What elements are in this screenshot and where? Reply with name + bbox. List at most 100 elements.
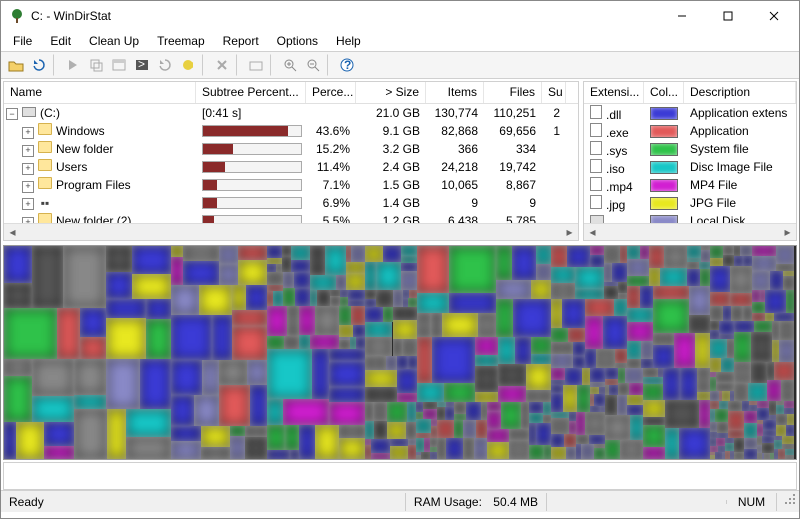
treemap-cell[interactable] [643,417,665,424]
treemap-cell[interactable] [529,402,543,413]
treemap-cell[interactable] [710,401,718,409]
treemap-cell[interactable] [665,428,678,459]
treemap-cell[interactable] [171,315,212,361]
treemap-cell[interactable] [393,307,417,320]
treemap-cell[interactable] [774,362,794,380]
treemap-cell[interactable] [340,290,348,297]
treemap-cell[interactable] [643,384,663,400]
treemap-cell[interactable] [566,447,575,459]
treemap-cell[interactable] [627,259,649,276]
tree-row[interactable]: −(C:)[0:41 s]21.0 GB130,774110,2512 [4,104,578,122]
treemap-cell[interactable] [365,307,383,322]
treemap-cell[interactable] [238,260,267,286]
treemap-cell[interactable] [291,260,310,272]
open-icon[interactable] [5,54,27,76]
treemap-cell[interactable] [744,438,757,449]
treemap-cell[interactable] [478,313,496,337]
treemap-cell[interactable] [509,440,528,459]
treemap-cell[interactable] [417,383,444,403]
explorer-icon[interactable] [108,54,130,76]
treemap-cell[interactable] [776,246,794,264]
treemap-cell[interactable] [431,313,442,337]
treemap-cell[interactable] [201,426,230,447]
treemap-cell[interactable] [627,286,641,307]
treemap-cell[interactable] [641,359,653,368]
treemap-cell[interactable] [715,409,728,422]
treemap-cell[interactable] [365,387,397,403]
treemap-cell[interactable] [778,449,785,459]
col-desc[interactable]: Description [684,82,796,103]
treemap-cell[interactable] [432,337,475,383]
treemap-cell[interactable] [325,246,346,275]
treemap-cell[interactable] [267,264,276,272]
treemap-cell[interactable] [521,402,529,429]
treemap-cell[interactable] [444,383,475,403]
treemap-cell[interactable] [299,425,315,459]
treemap-cell[interactable] [351,306,365,324]
treemap-cell[interactable] [710,422,717,432]
treemap-cell[interactable] [348,300,364,307]
treemap-cell[interactable] [643,425,665,447]
treemap-cell[interactable] [267,272,283,284]
treemap-cell[interactable] [531,337,551,354]
treemap-cell[interactable] [649,268,660,287]
col-subtree[interactable]: Subtree Percent... [196,82,306,103]
treemap-cell[interactable] [393,339,403,355]
treemap-cell[interactable] [721,358,734,372]
treemap-cell[interactable] [463,438,474,459]
treemap-cell[interactable] [689,315,710,333]
ext-row[interactable]: .exeApplication [584,122,796,140]
treemap-cell[interactable] [604,263,613,282]
treemap-cell[interactable] [171,257,183,286]
treemap-cell[interactable] [383,307,393,322]
zoom-out-icon[interactable] [302,54,324,76]
treemap-cell[interactable] [665,400,698,429]
scroll-left-icon[interactable]: ◂ [584,224,601,241]
treemap-cell[interactable] [57,308,80,359]
treemap-cell[interactable] [424,438,431,453]
treemap-cell[interactable] [317,290,330,307]
tree-row[interactable]: +New folder (2)5.5%1.2 GB6,4385,785 [4,212,578,223]
treemap-cell[interactable] [564,434,576,447]
treemap-cell[interactable] [283,272,294,288]
treemap-cell[interactable] [329,402,364,425]
treemap-cell[interactable] [625,368,644,382]
menu-cleanup[interactable]: Clean Up [81,32,147,50]
treemap-cell[interactable] [563,385,577,412]
treemap-cell[interactable] [627,395,643,405]
treemap-cell[interactable] [498,386,525,403]
treemap-cell[interactable] [315,425,339,459]
treemap-cell[interactable] [446,438,464,459]
treemap-cell[interactable] [330,296,340,306]
treemap-cell[interactable] [641,341,652,359]
treemap-cell[interactable] [339,425,365,437]
treemap-cell[interactable] [779,340,794,362]
treemap-cell[interactable] [551,246,567,267]
treemap-cell[interactable] [710,246,722,258]
treemap-cell[interactable] [365,290,377,300]
treemap-cell[interactable] [74,359,106,395]
treemap-cell[interactable] [310,246,324,275]
treemap-cell[interactable] [697,392,710,400]
treemap-cell[interactable] [339,325,353,337]
treemap-cell[interactable] [371,439,390,452]
treemap-cell[interactable] [329,361,364,387]
treemap-cell[interactable] [401,271,417,290]
treemap-cell[interactable] [310,290,317,307]
col-color[interactable]: Col... [644,82,684,103]
treemap-cell[interactable] [487,442,510,459]
treemap-cell[interactable] [74,395,106,409]
treemap-cell[interactable] [283,399,329,425]
treemap-cell[interactable] [487,411,501,429]
treemap-cell[interactable] [4,422,16,459]
treemap-cell[interactable] [627,341,641,359]
treemap-cell[interactable] [339,306,351,324]
treemap-cell[interactable] [401,246,417,256]
treemap-cell[interactable] [710,330,719,339]
treemap-cell[interactable] [551,434,563,447]
tree-row[interactable]: +Windows43.6%9.1 GB82,86869,6561 [4,122,578,140]
treemap-cell[interactable] [699,262,710,269]
tree-row[interactable]: +New folder15.2%3.2 GB366334 [4,140,578,158]
treemap-cell[interactable] [330,290,340,297]
treemap-cell[interactable] [744,449,757,459]
